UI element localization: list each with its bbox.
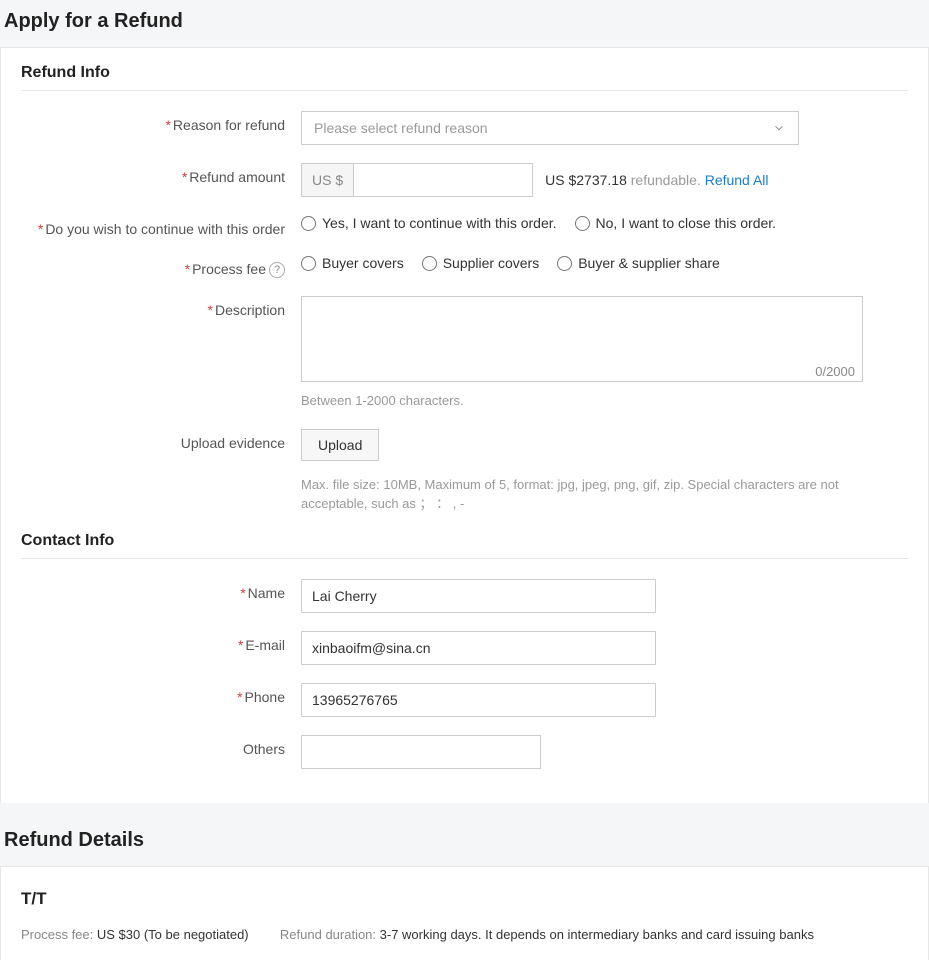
description-hint: Between 1-2000 characters.: [301, 391, 861, 411]
description-textarea[interactable]: [301, 296, 863, 382]
radio-continue-yes[interactable]: Yes, I want to continue with this order.: [301, 215, 557, 231]
label-email: *E-mail: [21, 631, 301, 653]
label-description: *Description: [21, 296, 301, 318]
label-continue-order: *Do you wish to continue with this order: [21, 215, 301, 237]
page-title: Apply for a Refund: [0, 0, 929, 47]
refund-all-link[interactable]: Refund All: [705, 172, 769, 188]
name-input[interactable]: [301, 579, 656, 613]
phone-input[interactable]: [301, 683, 656, 717]
reason-select-placeholder: Please select refund reason: [314, 120, 488, 136]
others-input[interactable]: [301, 735, 541, 769]
label-upload: Upload evidence: [21, 429, 301, 451]
help-icon[interactable]: ?: [269, 262, 285, 278]
chevron-down-icon: [772, 121, 786, 135]
label-name: *Name: [21, 579, 301, 601]
refund-details-line: Process fee: US $30 (To be negotiated) R…: [21, 927, 908, 942]
radio-fee-supplier[interactable]: Supplier covers: [422, 255, 540, 271]
section-refund-details: Refund Details: [0, 823, 929, 866]
refund-details-panel: T/T Process fee: US $30 (To be negotiate…: [0, 866, 929, 960]
label-process-fee: *Process fee?: [21, 255, 301, 278]
radio-continue-no[interactable]: No, I want to close this order.: [575, 215, 777, 231]
email-input[interactable]: [301, 631, 656, 665]
refund-amount-input[interactable]: [353, 163, 533, 197]
radio-fee-share[interactable]: Buyer & supplier share: [557, 255, 720, 271]
refund-form-panel: Refund Info *Reason for refund Please se…: [0, 47, 929, 803]
currency-prefix: US $: [301, 163, 353, 197]
label-reason: *Reason for refund: [21, 111, 301, 133]
reason-select[interactable]: Please select refund reason: [301, 111, 799, 145]
section-refund-info: Refund Info: [21, 64, 908, 91]
upload-button[interactable]: Upload: [301, 429, 379, 461]
label-phone: *Phone: [21, 683, 301, 705]
radio-fee-buyer[interactable]: Buyer covers: [301, 255, 404, 271]
label-others: Others: [21, 735, 301, 757]
label-amount: *Refund amount: [21, 163, 301, 185]
upload-hint: Max. file size: 10MB, Maximum of 5, form…: [301, 475, 861, 514]
section-contact-info: Contact Info: [21, 532, 908, 559]
refundable-text: US $2737.18 refundable. Refund All: [545, 172, 768, 188]
